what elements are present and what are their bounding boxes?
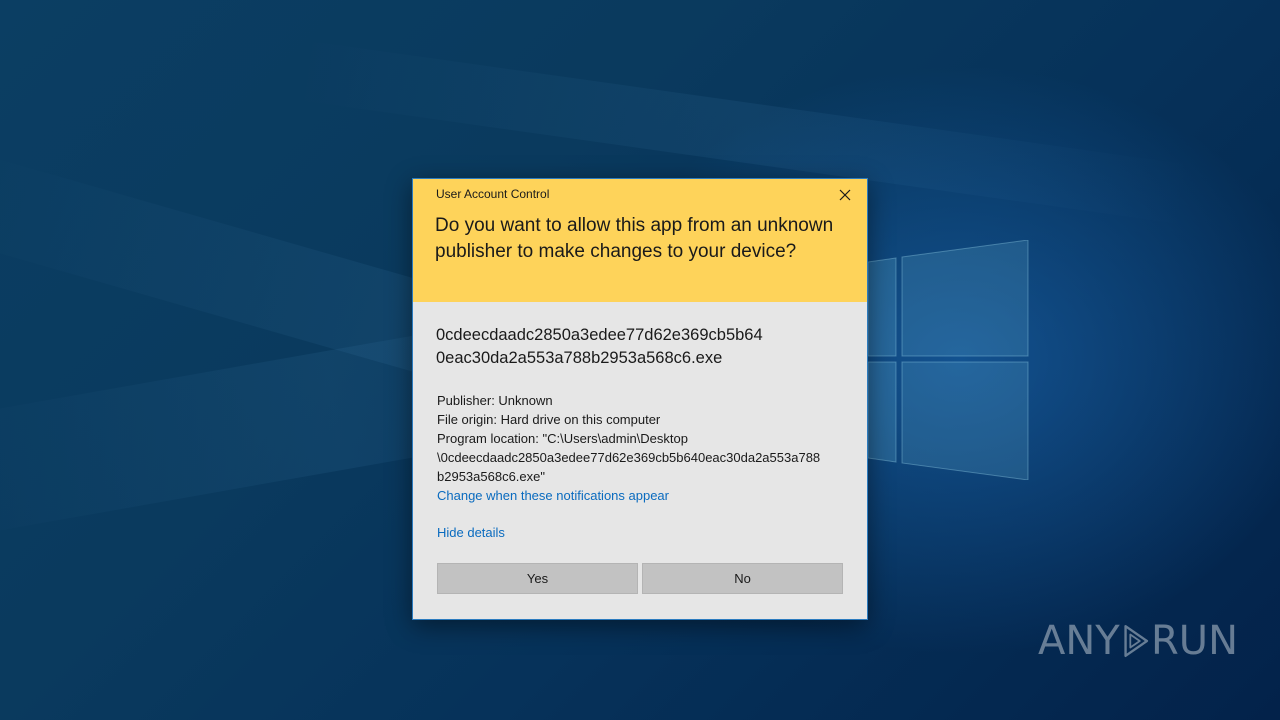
no-button-label: No	[734, 571, 751, 586]
windows-logo-icon	[868, 240, 1029, 480]
dialog-question: Do you want to allow this app from an un…	[435, 215, 834, 262]
yes-button[interactable]: Yes	[437, 563, 638, 594]
file-origin-text: File origin: Hard drive on this computer	[437, 412, 661, 427]
program-location-text: Program location: "C:\Users\admin\Deskto…	[437, 431, 688, 446]
publisher-text: Publisher: Unknown	[437, 393, 553, 408]
yes-button-label: Yes	[526, 571, 549, 586]
change-notifications-link[interactable]: Change when these notifications appear	[437, 486, 847, 505]
program-name-line: 0eac30da2a553a788b2953a568c6.exe	[436, 349, 723, 367]
watermark-text-left: ANY	[1038, 618, 1120, 664]
uac-dialog: User Account Control Do you want to allo…	[412, 178, 868, 620]
uac-header: User Account Control Do you want to allo…	[413, 179, 867, 302]
desktop: User Account Control Do you want to allo…	[0, 0, 1280, 720]
watermark-text-right: RUN	[1151, 618, 1238, 664]
no-button[interactable]: No	[642, 563, 843, 594]
close-button[interactable]	[833, 183, 857, 207]
program-name: 0cdeecdaadc2850a3edee77d62e369cb5b64 0ea…	[436, 324, 846, 370]
program-location-text: \0cdeecdaadc2850a3edee77d62e369cb5b640ea…	[437, 450, 821, 465]
play-icon	[1124, 624, 1148, 658]
uac-body: 0cdeecdaadc2850a3edee77d62e369cb5b64 0ea…	[413, 302, 867, 619]
program-name-line: 0cdeecdaadc2850a3edee77d62e369cb5b64	[436, 326, 763, 344]
program-details: Publisher: Unknown File origin: Hard dri…	[437, 391, 847, 505]
close-icon	[839, 189, 851, 201]
hide-details-link[interactable]: Hide details	[437, 525, 505, 540]
dialog-title: User Account Control	[436, 187, 550, 201]
anyrun-watermark: ANY RUN	[1038, 608, 1238, 674]
program-location-text: b2953a568c6.exe"	[437, 469, 545, 484]
